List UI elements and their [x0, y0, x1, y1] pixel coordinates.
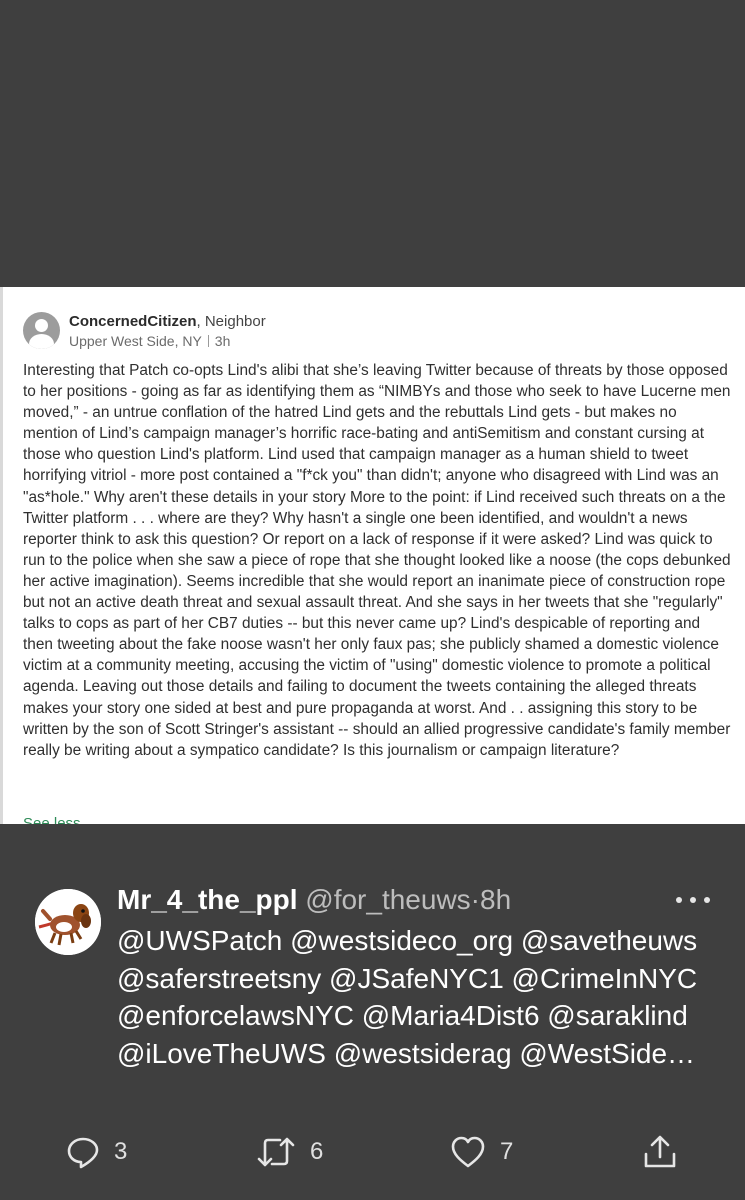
share-icon: [644, 1135, 676, 1168]
tweet-time: 8h: [480, 884, 512, 915]
like-button[interactable]: 7: [450, 1130, 513, 1174]
comment-card: ConcernedCitizen, Neighbor Upper West Si…: [0, 287, 745, 824]
tweet-text: @UWSPatch @westsideco_org @savetheuws @s…: [117, 925, 698, 1069]
comment-body: Interesting that Patch co-opts Lind's al…: [23, 362, 731, 759]
retweet-count: 6: [310, 1138, 324, 1165]
tweet: Mr_4_the_ppl @for_theuws·8h @UWSPatch @w…: [0, 824, 745, 1200]
more-icon[interactable]: [676, 886, 710, 914]
retweet-button[interactable]: 6: [256, 1130, 323, 1174]
tweet-display-name[interactable]: Mr_4_the_ppl: [117, 884, 298, 915]
tweet-header: Mr_4_the_ppl @for_theuws·8h: [117, 884, 511, 916]
like-count: 7: [500, 1138, 514, 1165]
avatar[interactable]: [35, 889, 101, 955]
comment-location: Upper West Side, NY: [69, 333, 202, 349]
comment-time: 3h: [214, 333, 231, 349]
reply-count: 3: [114, 1138, 128, 1165]
comment-author-suffix: , Neighbor: [196, 313, 266, 330]
tweet-actions: 3 6 7: [0, 1130, 745, 1174]
comment-meta: Upper West Side, NY 3h: [69, 333, 230, 349]
reply-button[interactable]: 3: [66, 1130, 127, 1174]
reply-icon: [67, 1137, 99, 1169]
tweet-sep: ·: [470, 884, 480, 915]
like-icon: [451, 1136, 485, 1168]
see-less-link[interactable]: See less: [23, 815, 81, 824]
comment-author-line: ConcernedCitizen, Neighbor: [69, 313, 266, 330]
retweet-icon: [257, 1137, 295, 1167]
share-button[interactable]: [642, 1130, 678, 1174]
dog-avatar-icon: [35, 889, 101, 955]
tweet-handle[interactable]: @for_theuws: [305, 884, 470, 915]
meta-divider: [207, 335, 209, 347]
user-placeholder-icon[interactable]: [23, 312, 60, 349]
comment-author-name[interactable]: ConcernedCitizen: [69, 313, 197, 330]
top-dark-area: [0, 0, 745, 287]
